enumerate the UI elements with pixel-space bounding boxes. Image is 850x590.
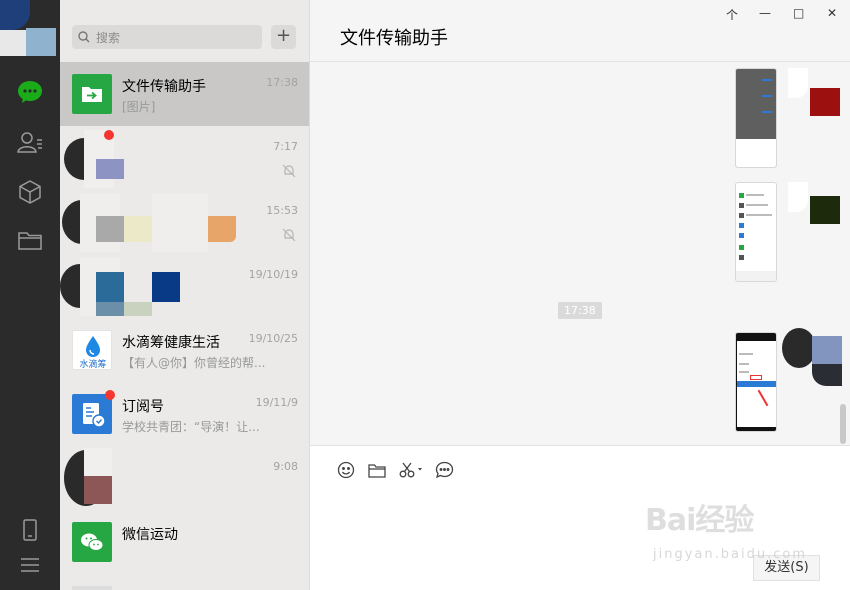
shuidichou-avatar: 水滴筹 bbox=[72, 330, 112, 370]
chat-history-icon[interactable] bbox=[433, 459, 455, 481]
add-chat-button[interactable]: + bbox=[271, 25, 296, 49]
image-message[interactable] bbox=[735, 182, 777, 282]
mini-program-icon[interactable] bbox=[16, 178, 44, 206]
watermark-brand: Bai经验 bbox=[645, 503, 754, 538]
document-check-icon bbox=[83, 403, 106, 428]
contacts-icon[interactable] bbox=[16, 128, 44, 156]
screenshot-scissors-icon[interactable] bbox=[397, 459, 427, 481]
conversation-item[interactable]: 19/10/19 bbox=[60, 254, 309, 318]
search-input[interactable]: 搜索 bbox=[96, 29, 120, 46]
conversation-item-subscriptions[interactable]: 订阅号 学校共青团：“导演！让... 19/11/9 bbox=[60, 382, 309, 446]
conversation-time: 17:38 bbox=[266, 76, 298, 89]
mute-icon bbox=[282, 228, 296, 246]
conversation-item-file-transfer[interactable]: 文件传输助手 [图片] 17:38 bbox=[60, 62, 309, 126]
conversation-item[interactable]: 15:53 bbox=[60, 190, 309, 254]
conversation-name: 微信运动 bbox=[122, 527, 178, 543]
conversation-time: 19/10/19 bbox=[248, 268, 298, 281]
unread-badge bbox=[104, 130, 114, 140]
navigation-rail bbox=[0, 0, 60, 590]
sender-avatar[interactable] bbox=[782, 328, 842, 386]
user-avatar[interactable] bbox=[0, 0, 56, 56]
menu-icon[interactable] bbox=[16, 551, 44, 579]
chat-icon[interactable] bbox=[16, 78, 44, 106]
conversation-time: 7:17 bbox=[273, 140, 298, 153]
file-transfer-avatar bbox=[72, 74, 112, 114]
image-message[interactable] bbox=[735, 332, 777, 432]
unread-badge bbox=[105, 390, 115, 400]
file-folder-icon[interactable] bbox=[366, 459, 388, 481]
conversation-list: 搜索 + 文件传输助手 [图片] 17:38 7:17 15:53 19/10/… bbox=[60, 0, 310, 590]
folder-icon[interactable] bbox=[16, 226, 44, 254]
subscriptions-avatar bbox=[72, 394, 112, 434]
folder-transfer-icon bbox=[82, 87, 102, 102]
search-box[interactable]: 搜索 bbox=[72, 25, 262, 49]
maximize-button[interactable]: □ bbox=[793, 6, 804, 20]
wechat-sports-avatar bbox=[72, 522, 112, 562]
conversation-item[interactable]: 7:17 bbox=[60, 126, 309, 190]
pin-button[interactable]: 个 bbox=[726, 6, 738, 23]
search-icon bbox=[78, 31, 90, 47]
watermark-url: jingyan.baidu.com bbox=[653, 547, 807, 562]
mute-icon bbox=[282, 164, 296, 182]
close-button[interactable]: ✕ bbox=[827, 6, 837, 20]
conversation-preview: [图片] bbox=[122, 100, 156, 114]
conversation-item-shuidichou[interactable]: 水滴筹 水滴筹健康生活 【有人@你】你曾经的帮... 19/10/25 bbox=[60, 318, 309, 382]
conversation-item[interactable]: 9:08 bbox=[60, 446, 309, 510]
conversation-name: 文件传输助手 bbox=[122, 79, 206, 95]
emoji-icon[interactable] bbox=[335, 459, 357, 481]
conversation-item-wechat-sports[interactable]: 微信运动 bbox=[60, 510, 309, 574]
message-area: 17:38 bbox=[310, 62, 850, 445]
conversation-name: 订阅号 bbox=[122, 399, 164, 415]
minimize-button[interactable]: — bbox=[759, 6, 771, 20]
baidu-watermark: Bai经验 jingyan.baidu.com bbox=[645, 495, 815, 570]
image-message[interactable] bbox=[735, 68, 777, 168]
phone-icon[interactable] bbox=[16, 516, 44, 544]
avatar-label: 水滴筹 bbox=[79, 360, 107, 370]
wechat-logo-icon bbox=[81, 533, 104, 551]
sender-avatar[interactable] bbox=[788, 68, 840, 116]
chat-panel: 文件传输助手 个 — □ ✕ 17:38 发送(S) Bai经验 jingyan… bbox=[310, 0, 850, 590]
conversation-time: 19/10/25 bbox=[248, 332, 298, 345]
conversation-preview: 【有人@你】你曾经的帮... bbox=[122, 356, 266, 370]
message-timestamp: 17:38 bbox=[558, 302, 602, 319]
scrollbar[interactable] bbox=[840, 404, 846, 444]
conversation-name: 水滴筹健康生活 bbox=[122, 335, 220, 351]
conversation-preview: 学校共青团：“导演！让... bbox=[122, 420, 260, 434]
conversation-time: 15:53 bbox=[266, 204, 298, 217]
chat-title: 文件传输助手 bbox=[340, 28, 448, 49]
conversation-time: 9:08 bbox=[273, 460, 298, 473]
conversation-time: 19/11/9 bbox=[255, 396, 298, 409]
sender-avatar[interactable] bbox=[788, 182, 840, 224]
